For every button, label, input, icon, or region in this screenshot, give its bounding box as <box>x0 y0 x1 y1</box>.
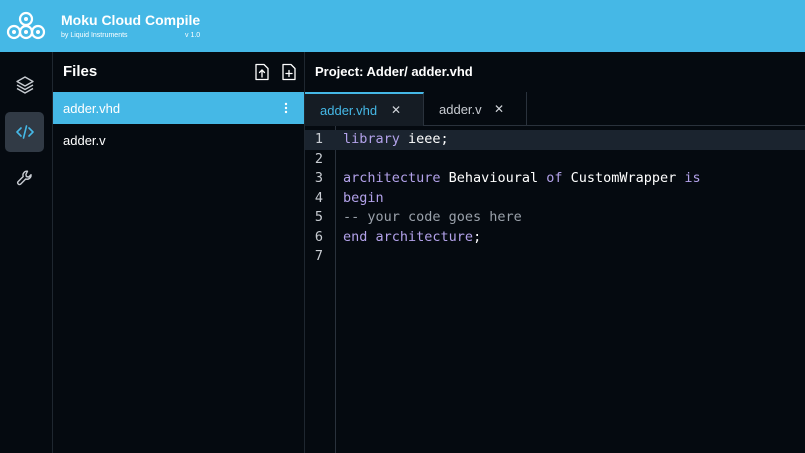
code-token: ; <box>473 228 482 245</box>
nav-item-tools[interactable] <box>5 158 44 198</box>
code-token: ieee; <box>408 131 449 147</box>
code-line[interactable]: 5 -- your code goes here <box>305 208 805 228</box>
code-token: Behavioural <box>440 170 547 186</box>
code-token: architecture <box>375 228 474 245</box>
app-subtitle: by Liquid Instruments <box>61 32 128 39</box>
nav-item-code[interactable] <box>5 112 44 152</box>
code-editor[interactable]: 1 library ieee; 2 3 architecture Behavioural… <box>305 126 805 453</box>
code-token: of <box>546 170 563 186</box>
close-icon[interactable]: ✕ <box>494 102 504 116</box>
nav-item-layers[interactable] <box>5 65 44 105</box>
tab-label: adder.v <box>439 101 482 117</box>
file-item-label: adder.v <box>63 132 106 148</box>
nav-rail <box>0 52 53 453</box>
code-line[interactable]: 7 <box>305 247 805 267</box>
code-text: library ieee; <box>343 130 449 150</box>
files-panel: Files adder.vhd adder.v <box>53 52 305 453</box>
code-token: library <box>343 131 400 147</box>
line-number: 3 <box>314 170 323 186</box>
code-token: CustomWrapper <box>562 170 685 186</box>
code-token: -- your code goes here <box>343 209 522 225</box>
files-title: Files <box>63 63 98 80</box>
code-text: begin <box>343 189 384 209</box>
project-title: Project: Adder/ adder.vhd <box>315 64 473 79</box>
upload-file-icon[interactable] <box>254 63 270 81</box>
tab-adder-v[interactable]: adder.v ✕ <box>424 92 527 126</box>
code-line[interactable]: 3 architecture Behavioural of CustomWrapp… <box>305 169 805 189</box>
tab-label: adder.vhd <box>320 102 378 118</box>
close-icon[interactable]: ✕ <box>391 103 401 117</box>
code-text: -- your code goes here <box>343 208 522 228</box>
line-number: 2 <box>314 150 323 167</box>
code-token: architecture <box>343 170 441 186</box>
line-number: 6 <box>314 228 323 245</box>
line-number: 7 <box>314 248 323 264</box>
app-window: Moku Cloud Compile by Liquid Instruments… <box>0 0 805 453</box>
editor-tabbar: adder.vhd ✕ adder.v ✕ <box>305 92 805 126</box>
tab-adder-vhd[interactable]: adder.vhd ✕ <box>305 92 424 126</box>
file-item-label: adder.vhd <box>63 100 121 116</box>
file-item-adder-v[interactable]: adder.v <box>53 124 304 156</box>
code-line[interactable]: 4 begin <box>305 189 805 209</box>
code-icon <box>15 125 34 139</box>
code-token: end <box>343 228 368 245</box>
app-header: Moku Cloud Compile by Liquid Instruments… <box>0 0 805 52</box>
code-token: is <box>684 170 701 186</box>
new-file-icon[interactable] <box>281 63 297 81</box>
code-token: begin <box>343 189 384 206</box>
line-number: 5 <box>314 209 323 225</box>
code-text: architecture Behavioural of CustomWrappe… <box>343 169 701 189</box>
wrench-icon <box>16 170 32 186</box>
code-text: end architecture; <box>343 228 481 248</box>
code-line[interactable]: 2 <box>305 150 805 170</box>
file-item-adder-vhd[interactable]: adder.vhd <box>53 92 304 124</box>
line-number: 1 <box>314 131 323 147</box>
line-number: 4 <box>314 189 323 206</box>
code-line[interactable]: 6 end architecture; <box>305 228 805 248</box>
moku-logo-icon <box>6 11 46 40</box>
code-line[interactable]: 1 library ieee; <box>305 130 805 150</box>
more-options-icon[interactable] <box>284 102 288 114</box>
app-title: Moku Cloud Compile <box>61 12 201 28</box>
app-version: v 1.0 <box>185 32 201 39</box>
layers-icon <box>15 76 34 94</box>
